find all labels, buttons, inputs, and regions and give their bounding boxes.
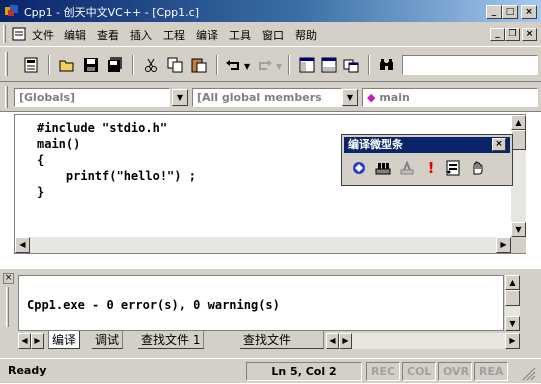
indicator-ovr: OVR xyxy=(438,362,472,381)
copy-icon[interactable] xyxy=(164,54,186,76)
window-title: Cpp1 - 创天中文VC++ - [Cpp1.c] xyxy=(24,6,199,19)
status-bar: Ready Ln 5, Col 2 REC COL OVR REA xyxy=(0,358,541,383)
indicator-rec: REC xyxy=(366,362,400,381)
windows-icon[interactable] xyxy=(340,54,362,76)
build-minibar-title[interactable]: 编译微型条 xyxy=(344,137,510,153)
menu-view[interactable]: 查看 xyxy=(97,27,119,43)
build-minibar-close-button[interactable]: × xyxy=(492,138,506,151)
menu-tools[interactable]: 工具 xyxy=(229,27,251,43)
code-line[interactable]: { xyxy=(37,153,44,167)
menu-edit[interactable]: 编辑 xyxy=(64,27,86,43)
find-icon[interactable] xyxy=(376,54,398,76)
scroll-thumb[interactable] xyxy=(511,130,526,150)
tab-hscroll-right-button[interactable]: ▶ xyxy=(339,333,352,349)
wizard-grip[interactable] xyxy=(5,86,8,108)
mdi-minimize-button[interactable]: _ xyxy=(490,28,505,41)
output-pane: × Cpp1.exe - 0 error(s), 0 warning(s) ▲ … xyxy=(0,268,541,358)
class-dropdown-button[interactable]: ▼ xyxy=(172,89,188,106)
mdi-close-button[interactable]: × xyxy=(522,28,537,41)
output-horizontal-scrollbar[interactable] xyxy=(352,333,505,349)
function-value: main xyxy=(379,91,410,104)
output-text-area[interactable]: Cpp1.exe - 0 error(s), 0 warning(s) xyxy=(18,275,504,331)
members-combo[interactable]: [All global members xyxy=(192,88,342,107)
open-icon[interactable] xyxy=(56,54,78,76)
cut-icon[interactable] xyxy=(140,54,162,76)
scroll-left-button[interactable]: ◀ xyxy=(15,237,30,253)
close-button[interactable]: × xyxy=(521,5,537,19)
tab-scroll-right-button[interactable]: ▶ xyxy=(31,333,44,349)
execute-icon[interactable]: ! xyxy=(420,157,442,179)
size-grip xyxy=(511,237,526,253)
output-grip[interactable] xyxy=(6,287,9,327)
editor-horizontal-scrollbar[interactable] xyxy=(15,237,511,253)
stop-build-icon[interactable] xyxy=(396,157,418,179)
find-combo[interactable] xyxy=(402,55,538,75)
save-icon[interactable] xyxy=(80,54,102,76)
cursor-position: Ln 5, Col 2 xyxy=(246,362,362,381)
menu-window[interactable]: 窗口 xyxy=(262,27,284,43)
compile-icon[interactable] xyxy=(348,157,370,179)
undo-icon[interactable] xyxy=(222,54,244,76)
title-bar[interactable]: Cpp1 - 创天中文VC++ - [Cpp1.c] _ □ × xyxy=(0,0,541,22)
output-scroll-down-button[interactable]: ▼ xyxy=(505,316,520,331)
build-minibar: 编译微型条 × ! xyxy=(341,134,513,186)
redo-icon[interactable] xyxy=(254,54,276,76)
output-hscroll-right-button[interactable]: ▶ xyxy=(505,333,520,349)
document-icon[interactable] xyxy=(12,27,26,41)
tab-hscroll-left-button[interactable]: ◀ xyxy=(326,333,339,349)
code-line[interactable]: } xyxy=(37,185,44,199)
menu-project[interactable]: 工程 xyxy=(163,27,185,43)
output-scroll-up-button[interactable]: ▲ xyxy=(505,275,520,290)
maximize-button[interactable]: □ xyxy=(502,5,518,19)
scroll-down-button[interactable]: ▼ xyxy=(511,222,526,237)
code-line[interactable]: printf("hello!") ; xyxy=(37,169,196,183)
resize-grip-icon[interactable] xyxy=(520,365,536,381)
function-icon: ◆ xyxy=(367,91,376,104)
minimize-button[interactable]: _ xyxy=(486,5,502,19)
standard-toolbar: ▼ ▼ xyxy=(0,46,541,82)
menu-insert[interactable]: 插入 xyxy=(130,27,152,43)
tab-find-in-files-2[interactable]: 查找文件 xyxy=(240,331,324,349)
output-scroll-thumb[interactable] xyxy=(505,290,520,306)
build-icon[interactable] xyxy=(372,157,394,179)
tab-debug[interactable]: 调试 xyxy=(92,331,124,349)
menu-file[interactable]: 文件 xyxy=(32,27,54,43)
workspace-pane-icon[interactable] xyxy=(296,54,318,76)
output-close-button[interactable]: × xyxy=(3,273,14,284)
function-combo[interactable]: ◆ main xyxy=(362,88,538,107)
indicator-col: COL xyxy=(402,362,436,381)
menubar-grip[interactable] xyxy=(3,25,6,43)
build-minibar-title-text: 编译微型条 xyxy=(348,138,403,151)
save-all-icon[interactable] xyxy=(104,54,126,76)
redo-dropdown-icon[interactable]: ▼ xyxy=(276,62,282,71)
status-text: Ready xyxy=(8,364,47,377)
mdi-restore-button[interactable]: ❐ xyxy=(505,28,520,41)
workspace-icon[interactable] xyxy=(20,54,42,76)
breakpoint-icon[interactable] xyxy=(442,157,464,179)
tab-build[interactable]: 编译 xyxy=(48,331,81,349)
undo-dropdown-icon[interactable]: ▼ xyxy=(244,62,250,71)
tab-scroll-left-button[interactable]: ◀ xyxy=(18,333,31,349)
menu-bar: 文件 编辑 查看 插入 工程 编译 工具 窗口 帮助 _ ❐ × xyxy=(0,22,541,46)
class-combo[interactable]: [Globals] xyxy=(14,88,170,107)
toolbar-grip[interactable] xyxy=(5,52,8,76)
go-icon[interactable] xyxy=(466,157,488,179)
menu-help[interactable]: 帮助 xyxy=(295,27,317,43)
scroll-up-button[interactable]: ▲ xyxy=(511,115,526,130)
paste-icon[interactable] xyxy=(188,54,210,76)
indicator-read: REA xyxy=(474,362,508,381)
build-result-line[interactable]: Cpp1.exe - 0 error(s), 0 warning(s) xyxy=(27,298,280,312)
wizard-bar: [Globals] ▼ [All global members ▼ ◆ main xyxy=(0,82,541,112)
members-dropdown-button[interactable]: ▼ xyxy=(342,89,358,106)
scroll-right-button[interactable]: ▶ xyxy=(496,237,511,253)
code-line[interactable]: main() xyxy=(37,137,80,151)
output-pane-icon[interactable] xyxy=(318,54,340,76)
code-line[interactable]: #include "stdio.h" xyxy=(37,121,167,135)
tab-find-in-files-1[interactable]: 查找文件 1 xyxy=(138,331,205,349)
app-icon[interactable] xyxy=(4,4,20,18)
menu-build[interactable]: 编译 xyxy=(196,27,218,43)
